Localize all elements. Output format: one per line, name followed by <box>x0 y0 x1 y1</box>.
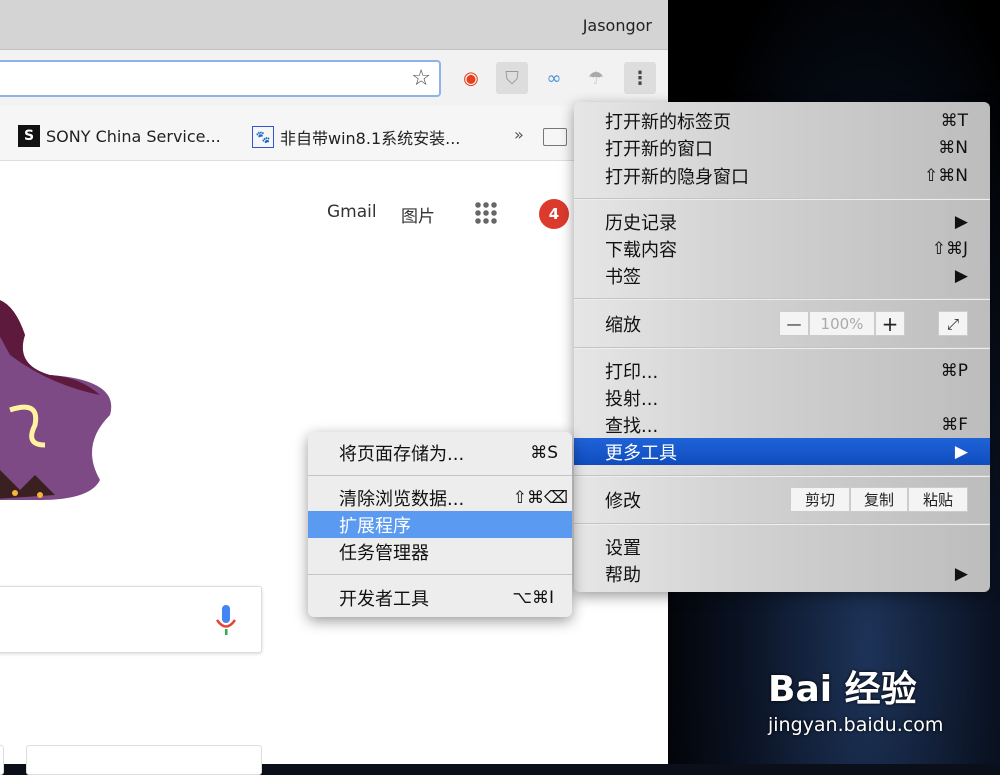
parachute-icon[interactable]: ☂ <box>580 62 612 94</box>
chrome-main-menu: 打开新的标签页 ⌘T 打开新的窗口 ⌘N 打开新的隐身窗口 ⇧⌘N 历史记录 ▶ 下载内… <box>574 102 990 592</box>
shortcut-tile[interactable] <box>0 745 4 775</box>
shield-icon[interactable]: ⛉ <box>496 62 528 94</box>
profile-name[interactable]: Jasongor <box>583 16 652 35</box>
menu-clear-browsing-data[interactable]: 清除浏览数据... ⇧⌘⌫ <box>308 484 572 511</box>
watermark-url: jingyan.baidu.com <box>768 714 944 736</box>
label: 打印... <box>605 361 659 383</box>
copy-button[interactable]: 复制 <box>850 487 908 512</box>
label: 投射... <box>605 388 659 410</box>
menu-new-tab[interactable]: 打开新的标签页 ⌘T <box>574 107 990 134</box>
zoom-in-button[interactable]: + <box>875 311 905 336</box>
link-icon[interactable]: ∞ <box>538 62 570 94</box>
shortcut: ⌥⌘I <box>512 587 554 608</box>
watermark-brand: Bai 经验 <box>768 669 917 710</box>
label: 查找... <box>605 415 659 437</box>
divider <box>574 298 990 300</box>
bookmark-sony[interactable]: S SONY China Service... <box>18 125 221 147</box>
menu-help[interactable]: 帮助 ▶ <box>574 560 990 587</box>
label: 打开新的隐身窗口 <box>605 166 749 188</box>
submenu-arrow-icon: ▶ <box>954 211 968 232</box>
menu-extensions[interactable]: 扩展程序 <box>308 511 572 538</box>
divider <box>574 475 990 477</box>
weibo-icon[interactable]: ◉ <box>455 62 487 94</box>
menu-cast[interactable]: 投射... <box>574 384 990 411</box>
paste-button[interactable]: 粘贴 <box>908 487 968 512</box>
label: 历史记录 <box>605 212 677 234</box>
label: 缩放 <box>605 314 641 336</box>
label: 清除浏览数据... <box>339 488 465 510</box>
menu-settings[interactable]: 设置 <box>574 533 990 560</box>
apps-grid-icon[interactable] <box>474 201 498 225</box>
baidu-jingyan-watermark: Bai 经验 jingyan.baidu.com <box>768 660 943 736</box>
submenu-arrow-icon: ▶ <box>954 441 968 462</box>
sony-favicon: S <box>18 125 40 147</box>
menu-history[interactable]: 历史记录 ▶ <box>574 208 990 235</box>
chrome-menu-button[interactable]: ⋮ <box>624 62 656 94</box>
microphone-icon[interactable] <box>213 603 239 637</box>
bookmark-label: 非自带win8.1系统安装... <box>280 129 461 148</box>
menu-zoom: 缩放 — 100% + ⤢ <box>574 310 990 337</box>
label: 更多工具 <box>605 442 677 464</box>
menu-bookmarks[interactable]: 书签 ▶ <box>574 262 990 289</box>
shortcut-tile[interactable] <box>26 745 262 775</box>
menu-task-manager[interactable]: 任务管理器 <box>308 538 572 565</box>
bookmark-label: SONY China Service... <box>46 126 221 146</box>
label: 下载内容 <box>605 239 677 261</box>
search-box[interactable] <box>0 586 262 653</box>
label: 开发者工具 <box>339 588 429 610</box>
shortcut: ⇧⌘J <box>931 238 968 259</box>
images-link[interactable]: 图片 <box>401 202 435 227</box>
menu-developer-tools[interactable]: 开发者工具 ⌥⌘I <box>308 584 572 611</box>
shortcut: ⇧⌘⌫ <box>512 487 568 508</box>
notification-badge[interactable]: 4 <box>539 199 569 229</box>
divider <box>574 523 990 525</box>
more-tools-submenu: 将页面存储为... ⌘S 清除浏览数据... ⇧⌘⌫ 扩展程序 任务管理器 开发者工… <box>308 432 572 617</box>
menu-new-window[interactable]: 打开新的窗口 ⌘N <box>574 134 990 161</box>
label: 打开新的窗口 <box>605 138 713 160</box>
label: 设置 <box>605 537 641 559</box>
menu-save-page[interactable]: 将页面存储为... ⌘S <box>308 439 572 466</box>
shortcut: ⌘T <box>940 110 968 131</box>
label: 任务管理器 <box>339 542 429 564</box>
bookmark-baidu[interactable]: 🐾 非自带win8.1系统安装... <box>252 125 460 149</box>
label: 打开新的标签页 <box>605 111 731 133</box>
label: 修改 <box>605 490 641 512</box>
shortcut: ⌘N <box>938 137 968 158</box>
zoom-out-button[interactable]: — <box>779 311 809 336</box>
divider <box>308 475 572 477</box>
submenu-arrow-icon: ▶ <box>954 265 968 286</box>
shortcut: ⌘S <box>530 442 558 463</box>
baidu-paw-icon: 🐾 <box>252 126 274 148</box>
divider <box>574 347 990 349</box>
bookmarks-overflow-button[interactable]: » <box>514 125 524 144</box>
bookmark-star-icon[interactable]: ☆ <box>411 66 431 91</box>
divider <box>574 198 990 200</box>
menu-find[interactable]: 查找... ⌘F <box>574 411 990 438</box>
cut-button[interactable]: 剪切 <box>790 487 850 512</box>
address-bar[interactable]: ☆ <box>0 60 441 97</box>
menu-print[interactable]: 打印... ⌘P <box>574 357 990 384</box>
shortcut: ⇧⌘N <box>924 165 968 186</box>
submenu-arrow-icon: ▶ <box>954 563 968 584</box>
label: 扩展程序 <box>339 515 411 537</box>
fullscreen-icon[interactable]: ⤢ <box>938 311 968 336</box>
folder-icon[interactable] <box>543 128 567 146</box>
menu-downloads[interactable]: 下载内容 ⇧⌘J <box>574 235 990 262</box>
menu-incognito[interactable]: 打开新的隐身窗口 ⇧⌘N <box>574 162 990 189</box>
title-bar: Jasongor <box>0 0 668 50</box>
gmail-link[interactable]: Gmail <box>327 202 377 222</box>
shortcut: ⌘F <box>941 414 968 435</box>
label: 将页面存储为... <box>339 443 465 465</box>
zoom-level: 100% <box>809 311 875 336</box>
menu-edit: 修改 剪切 复制 粘贴 <box>574 486 990 513</box>
shortcut: ⌘P <box>940 360 968 381</box>
divider <box>308 574 572 576</box>
google-doodle[interactable] <box>0 295 125 500</box>
label: 书签 <box>605 266 641 288</box>
menu-more-tools[interactable]: 更多工具 ▶ <box>574 438 990 465</box>
label: 帮助 <box>605 564 641 586</box>
